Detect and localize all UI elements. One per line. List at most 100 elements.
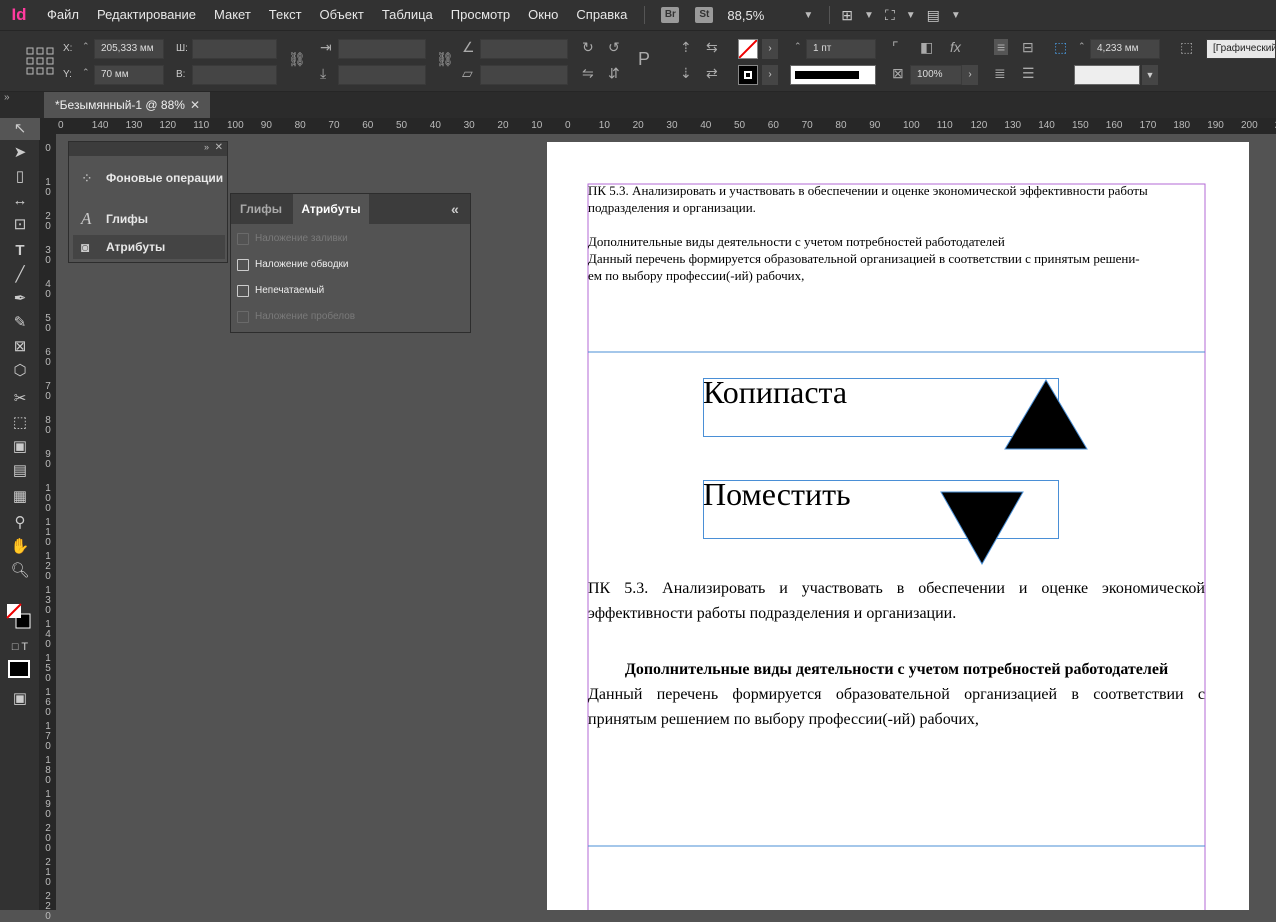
offset-spinner-icon[interactable]: ⌃ bbox=[1078, 41, 1086, 52]
stroke-type-dropdown[interactable] bbox=[790, 65, 876, 85]
stroke-weight-field[interactable]: 1 пт bbox=[806, 39, 876, 59]
note-tool-icon[interactable]: ▦ bbox=[0, 486, 40, 508]
opacity-chevron-icon[interactable]: › bbox=[962, 65, 978, 85]
stock-button[interactable]: St bbox=[695, 7, 714, 23]
effects-icon[interactable]: fx bbox=[950, 39, 961, 55]
fill-swatch-icon[interactable] bbox=[738, 39, 758, 59]
screen-mode-chevron-icon[interactable]: ▼ bbox=[906, 10, 916, 21]
flip-vertical-icon[interactable]: ⇵ bbox=[608, 65, 620, 82]
style-chevron-icon[interactable]: ▼ bbox=[1142, 65, 1158, 85]
gradient-feather-tool-icon[interactable]: ▤ bbox=[0, 460, 40, 482]
text-wrap-bbox-icon[interactable]: ⊟ bbox=[1022, 39, 1034, 56]
panel-stack-header[interactable]: » ✕ bbox=[69, 142, 227, 156]
panel-expand-icon[interactable]: » bbox=[4, 92, 10, 103]
scale-y-field[interactable] bbox=[338, 65, 426, 85]
zoom-chevron-icon[interactable]: ▼ bbox=[803, 10, 813, 21]
free-transform-tool-icon[interactable]: ⬚ bbox=[0, 412, 40, 434]
overprint-stroke-checkbox[interactable]: Наложение обводки bbox=[237, 256, 457, 274]
scissors-tool-icon[interactable]: ✂ bbox=[0, 388, 40, 410]
y-field[interactable]: 70 мм bbox=[94, 65, 164, 85]
x-spinner-icon[interactable]: ⌃ bbox=[82, 41, 90, 52]
bridge-button[interactable]: Br bbox=[661, 7, 680, 23]
menu-type[interactable]: Текст bbox=[260, 0, 311, 30]
nonprinting-checkbox[interactable]: Непечатаемый bbox=[237, 282, 457, 300]
tab-attributes[interactable]: Атрибуты bbox=[293, 194, 369, 224]
selection-tool-icon[interactable]: ↖ bbox=[0, 118, 40, 140]
select-next-icon[interactable]: ⇄ bbox=[706, 65, 718, 82]
panel-expand-icon[interactable]: » bbox=[204, 142, 209, 152]
text-wrap-none-icon[interactable]: ≡ bbox=[994, 39, 1009, 55]
pencil-tool-icon[interactable]: ✎ bbox=[0, 312, 40, 334]
close-tab-icon[interactable]: ✕ bbox=[190, 92, 200, 118]
menu-help[interactable]: Справка bbox=[567, 0, 636, 30]
frame-fitting-icon[interactable]: ⬚ bbox=[1054, 39, 1067, 56]
menu-edit[interactable]: Редактирование bbox=[88, 0, 205, 30]
menu-file[interactable]: Файл bbox=[38, 0, 88, 30]
menu-object[interactable]: Объект bbox=[311, 0, 373, 30]
gradient-swatch-tool-icon[interactable]: ▣ bbox=[0, 436, 40, 458]
menu-window[interactable]: Окно bbox=[519, 0, 567, 30]
object-style-field[interactable]: [Графический bbox=[1206, 39, 1276, 59]
text-wrap-jump-icon[interactable]: ☰ bbox=[1022, 65, 1035, 82]
flip-horizontal-icon[interactable]: ⇋ bbox=[582, 65, 594, 82]
panel-close-icon[interactable]: ✕ bbox=[215, 142, 223, 153]
corner-options-icon[interactable]: ⌜ bbox=[892, 39, 899, 56]
panel-attributes[interactable]: ◙ Атрибуты bbox=[73, 235, 225, 259]
place-label[interactable]: Поместить bbox=[703, 476, 851, 513]
menu-layout[interactable]: Макет bbox=[205, 0, 260, 30]
fill-stroke-icon[interactable] bbox=[6, 602, 32, 634]
style-swatch[interactable] bbox=[1074, 65, 1140, 85]
rectangle-frame-tool-icon[interactable]: ⊠ bbox=[0, 336, 40, 358]
scale-x-field[interactable] bbox=[338, 39, 426, 59]
height-field[interactable] bbox=[192, 65, 277, 85]
apply-color-icon[interactable] bbox=[8, 660, 30, 678]
width-field[interactable] bbox=[192, 39, 277, 59]
polygon-tool-icon[interactable]: ⬡ bbox=[0, 360, 40, 382]
offset-field[interactable]: 4,233 мм bbox=[1090, 39, 1160, 59]
overprint-fill-checkbox[interactable]: Наложение заливки bbox=[237, 230, 457, 248]
rotate-cw-icon[interactable]: ↻ bbox=[582, 39, 594, 56]
screen-mode-icon[interactable]: ⛶ bbox=[885, 7, 895, 24]
hand-tool-icon[interactable]: ✋ bbox=[0, 536, 40, 558]
eyedropper-tool-icon[interactable]: ⚲ bbox=[0, 512, 40, 534]
view-options-icon[interactable]: ⊞ bbox=[841, 7, 853, 24]
rotate-field[interactable] bbox=[480, 39, 568, 59]
drop-shadow-icon[interactable]: ◧ bbox=[920, 39, 933, 56]
tab-glyphs[interactable]: Глифы bbox=[231, 194, 291, 224]
x-field[interactable]: 205,333 мм bbox=[94, 39, 164, 59]
y-spinner-icon[interactable]: ⌃ bbox=[82, 67, 90, 78]
overprint-gap-checkbox[interactable]: Наложение пробелов bbox=[237, 308, 457, 326]
line-tool-icon[interactable]: ╱ bbox=[0, 264, 40, 286]
pen-tool-icon[interactable]: ✒ bbox=[0, 288, 40, 310]
rotate-ccw-icon[interactable]: ↺ bbox=[608, 39, 620, 56]
formatting-affects-icon[interactable]: □ T bbox=[0, 636, 40, 658]
constrain-scale-icon[interactable]: ⛓ bbox=[436, 51, 454, 68]
stroke-swatch-icon[interactable] bbox=[738, 65, 758, 85]
reference-point-icon[interactable] bbox=[26, 47, 54, 75]
menu-table[interactable]: Таблица bbox=[373, 0, 442, 30]
triangle-up-icon[interactable] bbox=[1003, 378, 1089, 450]
collapse-panel-icon[interactable]: « bbox=[451, 194, 459, 224]
select-previous-icon[interactable]: ⇆ bbox=[706, 39, 718, 56]
copy-paste-label[interactable]: Копипаста bbox=[703, 374, 847, 411]
view-options-chevron-icon[interactable]: ▼ bbox=[864, 10, 874, 21]
direct-selection-tool-icon[interactable]: ➤ bbox=[0, 142, 40, 164]
menu-view[interactable]: Просмотр bbox=[442, 0, 519, 30]
select-container-icon[interactable]: ⇡ bbox=[680, 39, 692, 56]
page-tool-icon[interactable]: ▯ bbox=[0, 166, 40, 188]
document-tab[interactable]: *Безымянный-1 @ 88% ✕ bbox=[44, 92, 210, 118]
arrange-documents-icon[interactable]: ▤ bbox=[927, 7, 940, 24]
shear-field[interactable] bbox=[480, 65, 568, 85]
select-content-icon[interactable]: ⇣ bbox=[680, 65, 692, 82]
fill-chevron-icon[interactable]: › bbox=[762, 39, 778, 59]
panel-background-tasks[interactable]: ⁘ Фоновые операции bbox=[73, 166, 225, 190]
zoom-tool-icon[interactable]: 🔍︎ bbox=[0, 560, 40, 582]
stroke-weight-spinner-icon[interactable]: ⌃ bbox=[794, 41, 802, 52]
triangle-down-icon[interactable] bbox=[939, 490, 1025, 566]
opacity-field[interactable]: 100% bbox=[910, 65, 962, 85]
text-wrap-shape-icon[interactable]: ≣ bbox=[994, 65, 1006, 82]
type-tool-icon[interactable]: T bbox=[0, 240, 40, 262]
stroke-chevron-icon[interactable]: › bbox=[762, 65, 778, 85]
zoom-level[interactable]: 88,5% bbox=[727, 8, 789, 23]
gap-tool-icon[interactable]: ↔ bbox=[0, 190, 40, 212]
